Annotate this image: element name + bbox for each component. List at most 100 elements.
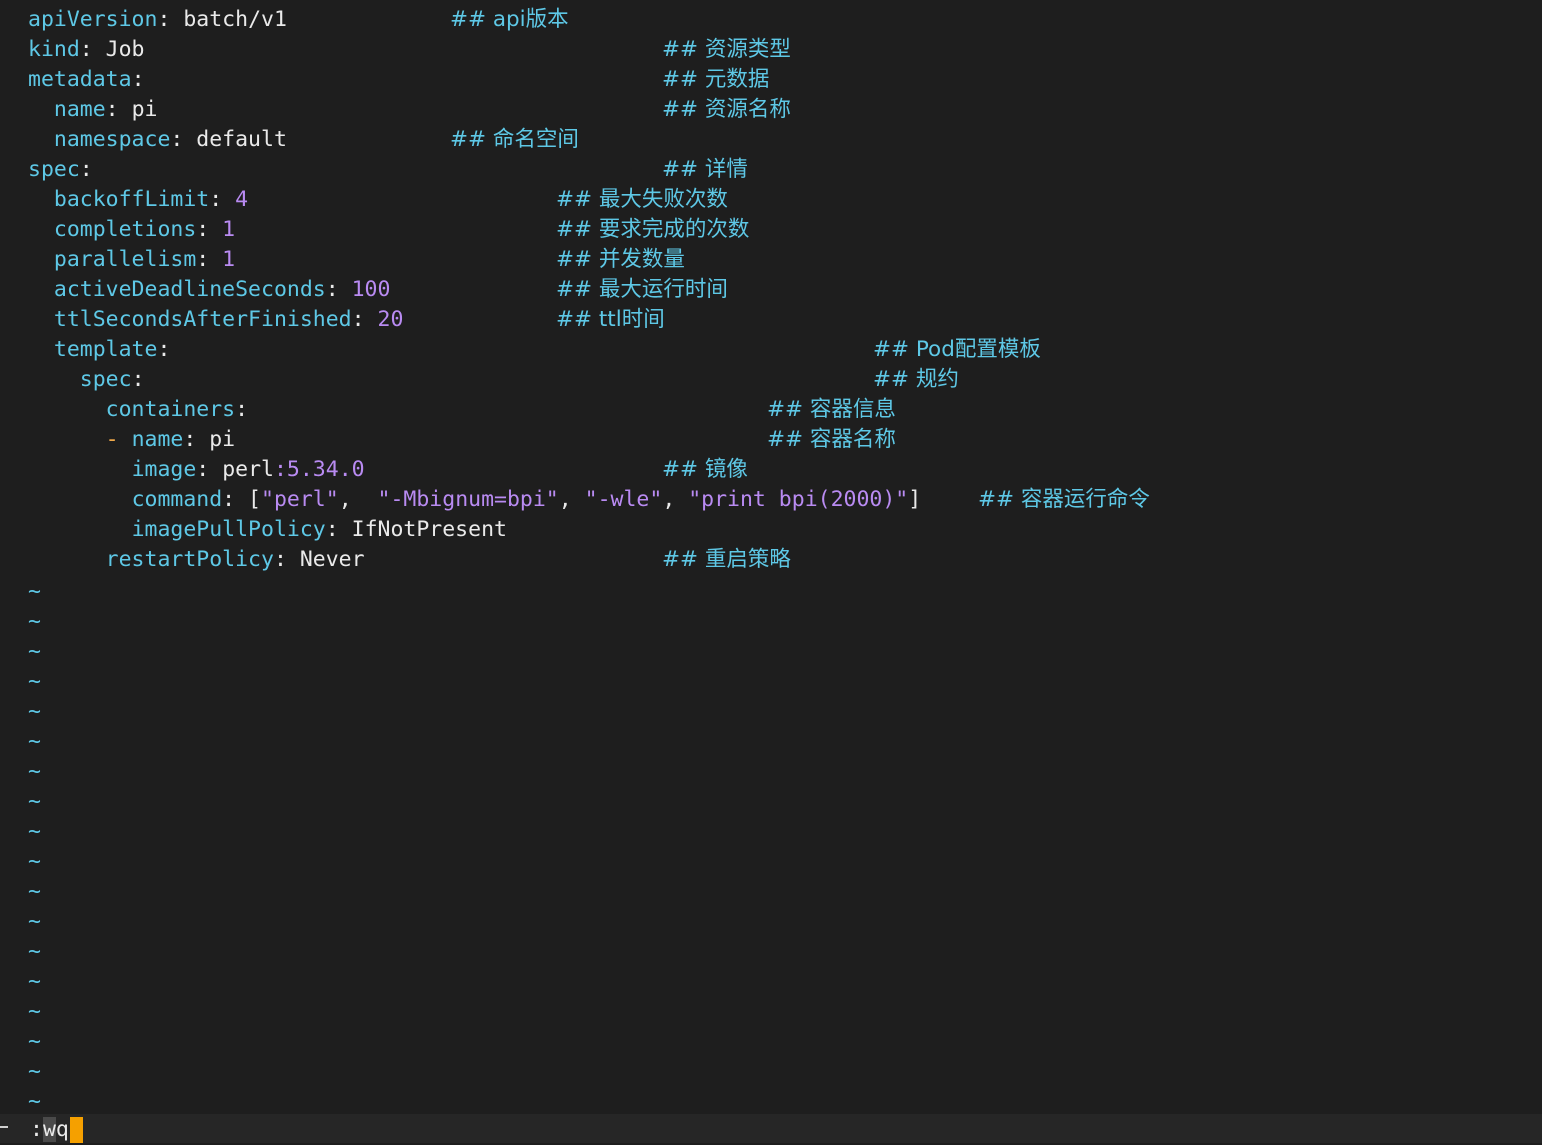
code-comment: ## 资源名称 — [662, 97, 791, 122]
yaml-key: completions — [53, 217, 197, 242]
empty-line-marker: ~ — [28, 969, 41, 994]
yaml-key: containers — [105, 397, 236, 422]
yaml-value: Job — [105, 37, 145, 62]
code-line: metadata: — [28, 67, 145, 92]
yaml-key: name — [53, 97, 106, 122]
vim-command-bar: :wq — [0, 1114, 1542, 1143]
empty-line-marker: ~ — [28, 909, 41, 934]
yaml-number: 1 — [222, 217, 236, 242]
code-line: completions: 1 — [53, 217, 236, 242]
code-comment: ## 容器信息 — [767, 397, 896, 422]
code-line: image: perl:5.34.0 — [131, 457, 365, 482]
empty-line-marker: ~ — [28, 789, 41, 814]
empty-line-marker: ~ — [28, 609, 41, 634]
command-text-w: w — [42, 1117, 56, 1142]
command-text-q: q — [55, 1117, 69, 1142]
code-line: kind: Job — [28, 37, 145, 62]
yaml-value: IfNotPresent — [351, 517, 507, 542]
yaml-key: template — [53, 337, 158, 362]
yaml-key: activeDeadlineSeconds — [53, 277, 326, 302]
code-comment: ## 元数据 — [662, 67, 770, 92]
command-line-input[interactable]: :wq — [30, 1114, 83, 1143]
yaml-number: 100 — [351, 277, 391, 302]
code-comment: ## 镜像 — [662, 457, 748, 482]
code-comment: ## api版本 — [450, 7, 569, 32]
yaml-key: kind — [28, 37, 80, 62]
code-comment: ## Pod配置模板 — [873, 337, 1041, 362]
empty-line-marker: ~ — [28, 759, 41, 784]
yaml-key: namespace — [53, 127, 171, 152]
yaml-key: spec — [28, 157, 80, 182]
yaml-value: default — [196, 127, 287, 152]
code-line: apiVersion: batch/v1 — [28, 7, 287, 32]
yaml-value: perl — [222, 457, 274, 482]
empty-line-marker: ~ — [28, 1059, 41, 1084]
code-comment: ## 详情 — [662, 157, 748, 182]
yaml-value: batch/v1 — [183, 7, 287, 32]
yaml-key: backoffLimit — [53, 187, 210, 212]
code-line: imagePullPolicy: IfNotPresent — [131, 517, 507, 542]
empty-line-marker: ~ — [28, 699, 41, 724]
yaml-value: pi — [131, 97, 158, 122]
empty-line-marker: ~ — [28, 639, 41, 664]
empty-line-marker: ~ — [28, 669, 41, 694]
empty-line-marker: ~ — [28, 1089, 41, 1114]
code-line: spec: — [79, 367, 145, 392]
code-comment: ## 容器运行命令 — [978, 487, 1150, 512]
code-line: restartPolicy: Never — [105, 547, 365, 572]
yaml-key: metadata — [28, 67, 132, 92]
code-line: spec: — [28, 157, 93, 182]
empty-line-marker: ~ — [28, 999, 41, 1024]
code-line: command: ["perl", "-Mbignum=bpi", "-wle"… — [131, 487, 922, 512]
yaml-value: Never — [299, 547, 365, 572]
empty-line-marker: ~ — [28, 729, 41, 754]
yaml-number: 1 — [222, 247, 236, 272]
code-comment: ## 最大运行时间 — [556, 277, 728, 302]
empty-line-marker: ~ — [28, 879, 41, 904]
vim-editor-buffer[interactable]: apiVersion: batch/v1 ## api版本 kind: Job … — [0, 0, 1542, 1114]
yaml-string: "-Mbignum=bpi" — [377, 487, 559, 512]
code-comment: ## 规约 — [873, 367, 959, 392]
yaml-string: "print bpi(2000)" — [688, 487, 909, 512]
code-comment: ## 命名空间 — [450, 127, 579, 152]
yaml-value: pi — [209, 427, 236, 452]
code-line: parallelism: 1 — [53, 247, 236, 272]
empty-line-marker: ~ — [28, 579, 41, 604]
code-line: containers: — [105, 397, 249, 422]
yaml-number: 4 — [235, 187, 249, 212]
yaml-tag-number: :5.34.0 — [273, 457, 365, 482]
code-line: ttlSecondsAfterFinished: 20 — [53, 307, 404, 332]
yaml-string: "-wle" — [584, 487, 663, 512]
code-comment: ## 最大失败次数 — [556, 187, 728, 212]
yaml-key: restartPolicy — [105, 547, 274, 572]
command-colon: : — [30, 1117, 43, 1142]
code-line: name: pi — [53, 97, 158, 122]
empty-line-marker: ~ — [28, 1029, 41, 1054]
yaml-key: image — [131, 457, 197, 482]
yaml-key: imagePullPolicy — [131, 517, 326, 542]
code-comment: ## 资源类型 — [662, 37, 791, 62]
yaml-string: "perl" — [261, 487, 339, 512]
code-line: activeDeadlineSeconds: 100 — [53, 277, 391, 302]
yaml-list-dash: - — [105, 427, 132, 452]
empty-line-marker: ~ — [28, 939, 41, 964]
yaml-key: parallelism — [53, 247, 197, 272]
yaml-key: apiVersion — [28, 7, 158, 32]
empty-line-marker: ~ — [28, 849, 41, 874]
code-line: - name: pi — [105, 427, 236, 452]
yaml-key: command — [131, 487, 223, 512]
status-edge-marker — [0, 1126, 8, 1128]
code-comment: ## ttl时间 — [556, 307, 665, 332]
text-cursor — [69, 1117, 83, 1143]
empty-line-marker: ~ — [28, 819, 41, 844]
code-comment: ## 要求完成的次数 — [556, 217, 750, 242]
code-comment: ## 并发数量 — [556, 247, 685, 272]
yaml-key: ttlSecondsAfterFinished — [53, 307, 352, 332]
yaml-key: name — [131, 427, 184, 452]
yaml-key: spec — [79, 367, 132, 392]
code-line: namespace: default — [53, 127, 287, 152]
yaml-number: 20 — [377, 307, 404, 332]
code-comment: ## 重启策略 — [662, 547, 791, 572]
code-line: backoffLimit: 4 — [53, 187, 249, 212]
code-line: template: — [53, 337, 171, 362]
